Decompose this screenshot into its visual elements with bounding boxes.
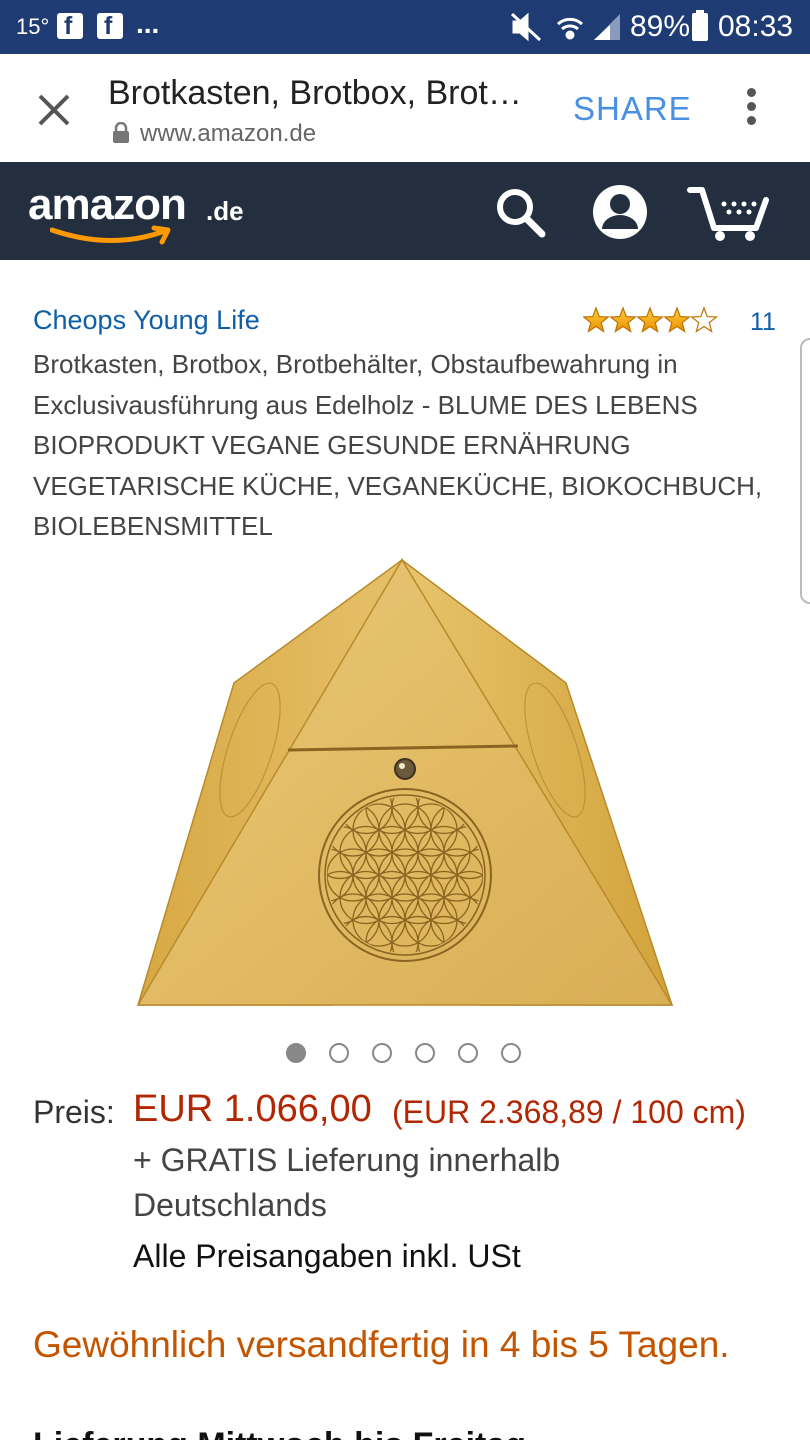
brand-link[interactable]: Cheops Young Life — [33, 305, 260, 336]
unit-price: (EUR 2.368,89 / 100 cm) — [392, 1094, 746, 1130]
star-filled-icon — [609, 306, 637, 333]
smile-arrow-icon — [50, 225, 171, 245]
signal-icon — [594, 14, 620, 40]
page-title: Brotkasten, Brotbox, Brotbehälter, Obsta… — [108, 74, 538, 112]
star-filled-icon — [663, 306, 691, 333]
carousel-dot[interactable] — [372, 1043, 392, 1063]
logo-word: amazon — [28, 180, 187, 229]
cart-icon[interactable] — [686, 182, 772, 242]
product-title: Brotkasten, Brotbox, Brotbehälter, Obsta… — [33, 349, 763, 541]
status-icons — [510, 12, 620, 42]
carousel-dot[interactable] — [501, 1043, 521, 1063]
delivery-info: + GRATIS Lieferung innerhalb Deutschland… — [133, 1142, 561, 1223]
browser-toolbar: Brotkasten, Brotbox, Brotbehälter, Obsta… — [0, 54, 810, 162]
search-icon[interactable] — [490, 182, 550, 242]
product-image[interactable] — [130, 555, 680, 1015]
price-value: EUR 1.066,00 — [133, 1088, 372, 1130]
battery-level: 89% — [630, 10, 691, 43]
page-url: www.amazon.de — [140, 120, 317, 147]
battery-icon — [692, 10, 708, 41]
share-button[interactable]: SHARE — [573, 90, 692, 128]
temperature: 15° — [16, 14, 50, 39]
logo-tld: .de — [206, 196, 244, 226]
star-filled-icon — [636, 306, 664, 333]
status-bar: 15° f f ... 89% 08:33 — [0, 0, 810, 54]
wifi-icon — [557, 17, 583, 40]
amazon-logo[interactable]: amazon .de — [28, 180, 258, 250]
side-drawer-handle[interactable] — [800, 338, 810, 604]
facebook-icon: f — [57, 12, 83, 40]
facebook-icon: f — [97, 12, 123, 40]
overflow-menu-icon[interactable] — [738, 88, 764, 132]
rating-stars[interactable] — [583, 306, 719, 334]
account-icon[interactable] — [590, 182, 650, 242]
carousel-dot[interactable] — [329, 1043, 349, 1063]
review-count[interactable]: 11 — [750, 308, 776, 337]
price-label: Preis: — [33, 1094, 115, 1130]
availability-text: Gewöhnlich versandfertig in 4 bis 5 Tage… — [33, 1324, 730, 1365]
mute-icon — [510, 12, 542, 42]
delivery-date-partial: Lieferung Mittwoch bis Freitag — [33, 1428, 733, 1440]
more-notifications: ... — [136, 8, 160, 39]
amazon-nav-bar: amazon .de — [0, 162, 810, 260]
carousel-dot[interactable] — [286, 1043, 306, 1063]
close-icon[interactable] — [30, 86, 78, 134]
star-filled-icon — [583, 306, 610, 333]
carousel-dot[interactable] — [415, 1043, 435, 1063]
vat-note: Alle Preisangaben inkl. USt — [133, 1238, 521, 1274]
carousel-dot[interactable] — [458, 1043, 478, 1063]
lock-icon — [113, 122, 129, 143]
clock: 08:33 — [718, 10, 794, 43]
star-empty-icon — [690, 306, 718, 333]
